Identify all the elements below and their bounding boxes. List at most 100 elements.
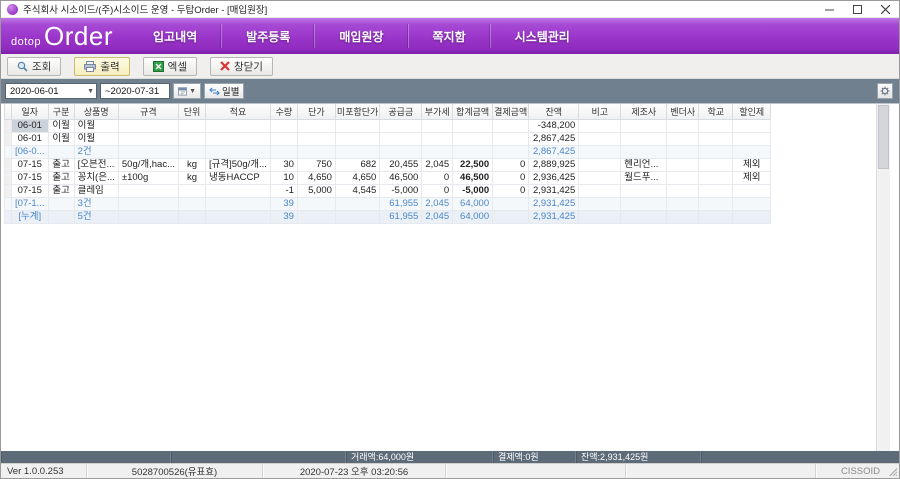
grid-cell[interactable] xyxy=(179,119,206,132)
search-button[interactable]: 조회 xyxy=(7,57,61,76)
grid-cell[interactable]: 이월 xyxy=(48,119,74,132)
grid-cell[interactable]: [오븐전... xyxy=(74,158,118,171)
grid-cell[interactable]: 2,936,425 xyxy=(529,171,579,184)
column-header[interactable]: 결제금액 xyxy=(493,104,529,119)
column-header[interactable]: 잔액 xyxy=(529,104,579,119)
grid-cell[interactable] xyxy=(667,171,699,184)
grid-cell[interactable]: 07-15 xyxy=(12,158,49,171)
grid-cell[interactable] xyxy=(699,145,733,158)
column-header[interactable]: 미포함단가 xyxy=(335,104,379,119)
grid-cell[interactable] xyxy=(380,119,422,132)
grid-cell[interactable]: 20,455 xyxy=(380,158,422,171)
grid-cell[interactable]: 2,045 xyxy=(422,210,453,223)
grid-cell[interactable] xyxy=(579,210,621,223)
grid-cell[interactable] xyxy=(667,158,699,171)
table-row[interactable]: [06-0... 2건 2,867,425 xyxy=(5,145,771,158)
grid-cell[interactable] xyxy=(179,210,206,223)
grid-cell[interactable] xyxy=(453,132,493,145)
maximize-button[interactable] xyxy=(843,1,871,17)
grid-cell[interactable] xyxy=(621,145,667,158)
grid-cell[interactable]: [06-0... xyxy=(12,145,49,158)
column-header[interactable]: 적요 xyxy=(206,104,271,119)
column-header[interactable]: 일자 xyxy=(12,104,49,119)
grid-cell[interactable] xyxy=(579,119,621,132)
column-header[interactable]: 벤더사 xyxy=(667,104,699,119)
print-button[interactable]: 출력 xyxy=(74,57,129,76)
grid-cell[interactable]: 2건 xyxy=(74,145,118,158)
grid-cell[interactable]: kg xyxy=(179,171,206,184)
grid-cell[interactable]: 50g/개,hac... xyxy=(118,158,178,171)
column-header[interactable]: 상품명 xyxy=(74,104,118,119)
grid-cell[interactable]: -1 xyxy=(270,184,297,197)
grid-cell[interactable] xyxy=(493,132,529,145)
column-header[interactable]: 단가 xyxy=(297,104,335,119)
grid-cell[interactable] xyxy=(621,184,667,197)
grid-cell[interactable]: 이월 xyxy=(74,132,118,145)
grid-cell[interactable] xyxy=(699,210,733,223)
grid-cell[interactable] xyxy=(579,132,621,145)
grid-cell[interactable] xyxy=(206,210,271,223)
grid-cell[interactable]: 4,545 xyxy=(335,184,379,197)
grid-cell[interactable]: 64,000 xyxy=(453,210,493,223)
grid-cell[interactable] xyxy=(179,197,206,210)
column-header[interactable]: 구분 xyxy=(48,104,74,119)
grid-cell[interactable]: 10 xyxy=(270,171,297,184)
grid-cell[interactable]: 2,045 xyxy=(422,197,453,210)
menu-item-system[interactable]: 시스템관리 xyxy=(491,28,594,45)
column-header[interactable]: 규격 xyxy=(118,104,178,119)
grid-cell[interactable] xyxy=(270,145,297,158)
grid-cell[interactable]: 2,931,425 xyxy=(529,210,579,223)
column-header[interactable]: 공급금 xyxy=(380,104,422,119)
grid-cell[interactable] xyxy=(297,210,335,223)
grid-cell[interactable]: 46,500 xyxy=(453,171,493,184)
grid-cell[interactable]: 06-01 xyxy=(12,119,49,132)
grid-cell[interactable]: [누계] xyxy=(12,210,49,223)
grid-cell[interactable] xyxy=(206,132,271,145)
grid-cell[interactable]: 30 xyxy=(270,158,297,171)
grid-cell[interactable] xyxy=(579,197,621,210)
grid-cell[interactable] xyxy=(699,197,733,210)
grid-cell[interactable]: 07-15 xyxy=(12,184,49,197)
grid-cell[interactable]: 2,867,425 xyxy=(529,145,579,158)
grid-cell[interactable] xyxy=(493,210,529,223)
grid-cell[interactable]: 0 xyxy=(493,158,529,171)
grid-cell[interactable] xyxy=(118,210,178,223)
grid-cell[interactable]: 39 xyxy=(270,210,297,223)
menu-item-order-register[interactable]: 발주등록 xyxy=(222,28,314,45)
grid-cell[interactable]: 0 xyxy=(493,184,529,197)
table-row[interactable]: 06-01이월이월2,867,425 xyxy=(5,132,771,145)
grid-cell[interactable]: 출고 xyxy=(48,171,74,184)
exclude-link[interactable]: 제외 xyxy=(733,158,771,171)
grid-cell[interactable] xyxy=(733,145,771,158)
grid-cell[interactable] xyxy=(179,145,206,158)
grid-cell[interactable] xyxy=(270,132,297,145)
grid-cell[interactable] xyxy=(179,184,206,197)
excel-button[interactable]: 엑셀 xyxy=(143,57,197,76)
column-header[interactable]: 수량 xyxy=(270,104,297,119)
grid-cell[interactable] xyxy=(621,197,667,210)
grid-cell[interactable] xyxy=(48,145,74,158)
grid-cell[interactable]: 4,650 xyxy=(335,171,379,184)
grid-cell[interactable]: 61,955 xyxy=(380,210,422,223)
grid-cell[interactable] xyxy=(699,119,733,132)
grid-cell[interactable] xyxy=(621,210,667,223)
column-header[interactable]: 단위 xyxy=(179,104,206,119)
grid-cell[interactable] xyxy=(699,184,733,197)
grid-cell[interactable]: 64,000 xyxy=(453,197,493,210)
calendar-dropdown-button[interactable]: ▼ xyxy=(173,83,201,99)
grid-cell[interactable] xyxy=(335,132,379,145)
grid-cell[interactable]: 이월 xyxy=(48,132,74,145)
grid-cell[interactable] xyxy=(699,132,733,145)
column-header[interactable]: 비고 xyxy=(579,104,621,119)
exclude-link[interactable]: 제외 xyxy=(733,171,771,184)
grid-cell[interactable] xyxy=(335,119,379,132)
grid-cell[interactable] xyxy=(733,132,771,145)
column-header[interactable]: 제조사 xyxy=(621,104,667,119)
grid-cell[interactable] xyxy=(48,197,74,210)
grid-cell[interactable] xyxy=(579,158,621,171)
table-row[interactable]: 07-15출고[오븐전...50g/개,hac...kg[규격]50g/개...… xyxy=(5,158,771,171)
grid-cell[interactable]: 06-01 xyxy=(12,132,49,145)
vertical-scrollbar[interactable] xyxy=(876,104,890,451)
grid-cell[interactable] xyxy=(380,132,422,145)
table-row[interactable]: [07-1...3건3961,9552,04564,0002,931,425 xyxy=(5,197,771,210)
